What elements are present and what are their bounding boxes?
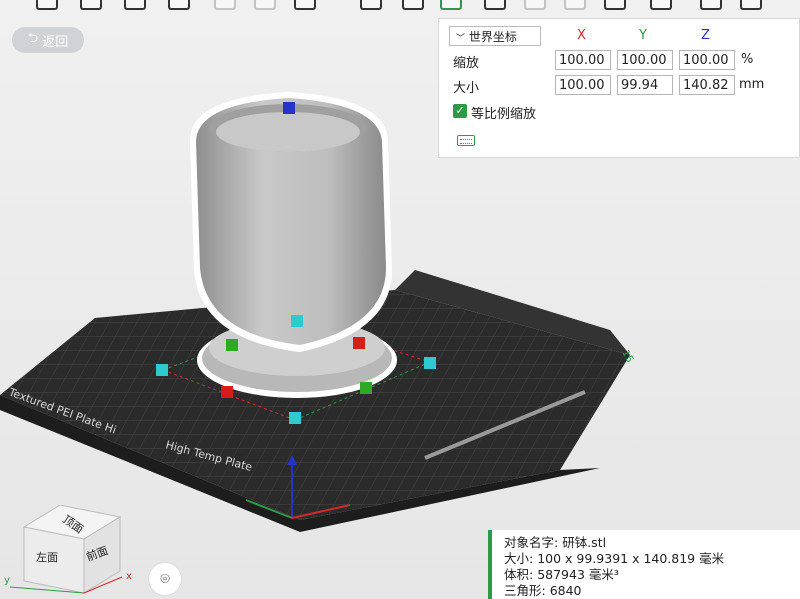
handle-cyan-back bbox=[291, 315, 303, 327]
3d-viewport[interactable]: Textured PEI Plate Hi High Temp Plate 15 bbox=[0, 0, 800, 599]
undo-icon: ⮌ bbox=[27, 31, 39, 46]
layers-icon[interactable] bbox=[740, 0, 762, 10]
transform-panel: ﹀ 世界坐标 X Y Z 缩放 % 大小 mm ✓ 等比例缩放 bbox=[438, 18, 800, 158]
size-y-field[interactable] bbox=[617, 75, 673, 95]
top-toolbar bbox=[0, 0, 800, 14]
uniform-scale-label: 等比例缩放 bbox=[471, 107, 537, 122]
save-icon[interactable] bbox=[168, 0, 190, 10]
scale-unit: % bbox=[741, 52, 754, 67]
add-plate-icon[interactable] bbox=[80, 0, 102, 10]
cube-axis-y: y bbox=[4, 575, 10, 586]
object-size-label: 大小: bbox=[504, 551, 534, 566]
cube-face-left[interactable]: 左面 bbox=[36, 551, 58, 564]
handle-cyan-left bbox=[156, 364, 168, 376]
axis-header-x: X bbox=[577, 28, 586, 43]
keyboard-icon[interactable] bbox=[457, 135, 475, 146]
text-icon[interactable] bbox=[700, 0, 722, 10]
scale-y-field[interactable] bbox=[617, 50, 673, 70]
object-volume-row: 体积: 587943 毫米³ bbox=[504, 567, 800, 583]
select-box-icon[interactable] bbox=[440, 0, 462, 10]
object-size-value: 100 x 99.9391 x 140.819 毫米 bbox=[537, 551, 725, 566]
list-icon[interactable] bbox=[294, 0, 316, 10]
sheet-icon[interactable] bbox=[484, 0, 506, 10]
back-button-label: 返回 bbox=[42, 34, 69, 50]
download-icon[interactable] bbox=[360, 0, 382, 10]
handle-red-left bbox=[221, 386, 233, 398]
object-name-value: 研钵.stl bbox=[562, 535, 607, 550]
object-name-row: 对象名字: 研钵.stl bbox=[504, 535, 800, 551]
paste-icon[interactable] bbox=[254, 0, 276, 10]
seam-icon[interactable] bbox=[650, 0, 672, 10]
add-model-icon[interactable] bbox=[36, 0, 58, 10]
camera-focus-icon: ⌾ bbox=[160, 569, 170, 588]
back-button[interactable]: ⮌ 返回 bbox=[12, 27, 84, 53]
size-label: 大小 bbox=[453, 81, 480, 96]
object-volume-label: 体积: bbox=[504, 567, 534, 582]
handle-green-front bbox=[360, 382, 372, 394]
handle-z-top bbox=[283, 102, 295, 114]
object-triangles-value: 6840 bbox=[549, 583, 582, 598]
scale-label: 缩放 bbox=[453, 56, 480, 71]
cube-axis-x: x bbox=[126, 571, 132, 582]
handle-green-back bbox=[226, 339, 238, 351]
scale-z-field[interactable] bbox=[679, 50, 735, 70]
axis-header-z: Z bbox=[701, 28, 710, 43]
support-icon[interactable] bbox=[604, 0, 626, 10]
chevron-down-icon: ﹀ bbox=[456, 34, 466, 44]
cut-icon[interactable] bbox=[524, 0, 546, 10]
recenter-view-button[interactable]: ⌾ bbox=[148, 562, 182, 596]
object-name-label: 对象名字: bbox=[504, 535, 559, 550]
size-x-field[interactable] bbox=[555, 75, 611, 95]
split-icon[interactable] bbox=[564, 0, 586, 10]
mortar-model[interactable] bbox=[190, 92, 397, 398]
scale-x-field[interactable] bbox=[555, 50, 611, 70]
object-info-panel: 对象名字: 研钵.stl 大小: 100 x 99.9391 x 140.819… bbox=[488, 530, 800, 599]
size-unit: mm bbox=[739, 77, 765, 92]
axis-header-y: Y bbox=[639, 28, 647, 43]
paint-icon[interactable] bbox=[402, 0, 424, 10]
object-volume-value: 587943 毫米³ bbox=[537, 567, 619, 582]
copy-icon[interactable] bbox=[214, 0, 236, 10]
view-cube[interactable]: 顶面 左面 前面 y x bbox=[0, 505, 150, 595]
uniform-scale-checkbox[interactable]: ✓ bbox=[453, 104, 467, 118]
coordinate-system-select[interactable]: ﹀ 世界坐标 bbox=[449, 26, 541, 46]
object-size-row: 大小: 100 x 99.9391 x 140.819 毫米 bbox=[504, 551, 800, 567]
handle-cyan-right bbox=[424, 357, 436, 369]
object-triangles-row: 三角形: 6840 bbox=[504, 583, 800, 599]
edit-icon[interactable] bbox=[124, 0, 146, 10]
handle-red-right bbox=[353, 337, 365, 349]
coordinate-system-value: 世界坐标 bbox=[468, 30, 517, 44]
object-triangles-label: 三角形: bbox=[504, 583, 546, 598]
size-z-field[interactable] bbox=[679, 75, 735, 95]
handle-cyan-front bbox=[289, 412, 301, 424]
